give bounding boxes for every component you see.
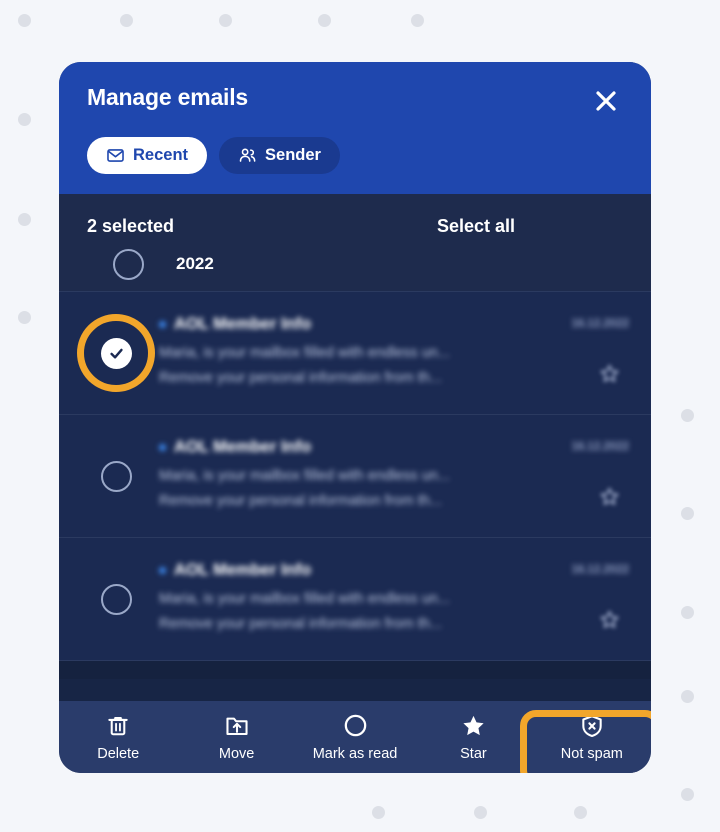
star-outline-icon (600, 364, 619, 382)
unread-dot-icon (159, 443, 166, 451)
toolbar-gap (59, 679, 651, 701)
email-row[interactable]: AOL Member Info 16.12.2022 Maria, is your … (59, 538, 651, 661)
close-button[interactable] (585, 80, 627, 122)
background-dot (318, 14, 331, 27)
background-dot (18, 14, 31, 27)
email-checkbox-slot (87, 460, 145, 492)
toolbar-label-not-spam: Not spam (560, 745, 623, 762)
email-header-line: AOL Member Info 16.12.2022 (159, 315, 629, 334)
toolbar-button-not-spam[interactable]: Not spam (533, 701, 651, 773)
background-dot (372, 806, 385, 819)
email-preview-line-1: Maria, is your mailbox filled with endle… (159, 590, 450, 607)
email-checkbox-checked[interactable] (100, 337, 132, 369)
select-all-button[interactable]: Select all (437, 216, 515, 237)
unread-dot-icon (159, 566, 166, 574)
toolbar-button-mark-as-read[interactable]: Mark as read (296, 701, 414, 773)
tab-sender-label: Sender (265, 146, 321, 164)
star-outline-icon (600, 610, 619, 628)
background-dot (681, 690, 694, 703)
email-sender: AOL Member Info (174, 560, 312, 579)
toolbar-label-star: Star (460, 746, 487, 762)
group-row-2022[interactable]: 2022 (87, 237, 623, 291)
email-preview-line-1: Maria, is your mailbox filled with endle… (159, 467, 450, 484)
email-sender: AOL Member Info (174, 314, 312, 333)
background-dot (681, 606, 694, 619)
folder-upload-icon (226, 717, 248, 735)
background-dot (219, 14, 232, 27)
email-row[interactable]: AOL Member Info 16.12.2022 Maria, is your … (59, 292, 651, 415)
toolbar-button-move[interactable]: Move (177, 701, 295, 773)
background-dot (411, 14, 424, 27)
tab-recent-label: Recent (133, 146, 189, 164)
email-date: 16.12.2022 (571, 441, 629, 454)
close-x-icon (596, 91, 616, 111)
email-sender-wrap: AOL Member Info (159, 438, 311, 457)
email-checkbox-slot (77, 314, 155, 392)
group-checkbox[interactable] (113, 248, 144, 280)
modal-header: Manage emails Recent Sender (59, 62, 651, 194)
star-filled-icon (463, 715, 484, 736)
email-date: 16.12.2022 (571, 564, 629, 577)
envelope-icon (107, 149, 124, 162)
tab-sender[interactable]: Sender (219, 137, 340, 174)
toolbar-label-mark-as-read: Mark as read (312, 746, 398, 762)
unread-dot-icon (159, 320, 166, 328)
manage-emails-modal: Manage emails Recent Sender 2 selected S… (59, 62, 651, 773)
checkmark-icon (109, 348, 123, 359)
email-date: 16.12.2022 (571, 318, 629, 331)
people-icon (239, 148, 256, 162)
tab-recent[interactable]: Recent (87, 137, 208, 174)
selected-count-label: 2 selected (87, 216, 175, 236)
email-preview-line-1: Maria, is your mailbox filled with endle… (159, 344, 450, 361)
email-header-line: AOL Member Info 16.12.2022 (159, 561, 629, 580)
email-star-button[interactable] (598, 608, 621, 636)
email-preview-line-2: Remove your personal information from th… (159, 493, 442, 509)
trash-icon (108, 716, 128, 735)
background-dot (681, 788, 694, 801)
background-dot (574, 806, 587, 819)
selection-bar: 2 selected Select all 2022 (59, 194, 651, 292)
star-outline-icon (600, 487, 619, 505)
group-label: 2022 (176, 254, 214, 273)
email-star-button[interactable] (598, 485, 621, 513)
email-row[interactable]: AOL Member Info 16.12.2022 Maria, is your … (59, 415, 651, 538)
tab-row: Recent Sender (87, 137, 623, 174)
email-content: AOL Member Info 16.12.2022 Maria, is your … (145, 315, 629, 392)
background-dot (474, 806, 487, 819)
toolbar-button-star[interactable]: Star (414, 701, 532, 773)
email-checkbox[interactable] (100, 460, 132, 492)
email-checkbox[interactable] (100, 583, 132, 615)
toolbar-button-delete[interactable]: Delete (59, 701, 177, 773)
background-dot (18, 213, 31, 226)
circle-outline-icon (344, 714, 366, 737)
email-star-button[interactable] (598, 362, 621, 390)
background-dot (681, 409, 694, 422)
background-dot (681, 507, 694, 520)
email-preview-line-2: Remove your personal information from th… (159, 616, 442, 632)
selection-summary-row: 2 selected Select all (87, 216, 623, 237)
email-list: AOL Member Info 16.12.2022 Maria, is your … (59, 292, 651, 679)
toolbar-label-move: Move (218, 745, 255, 762)
background-dot (18, 113, 31, 126)
email-header-line: AOL Member Info 16.12.2022 (159, 438, 629, 457)
bottom-action-toolbar: Delete Move Mark as read Star Not spam (59, 701, 651, 773)
email-checkbox-slot (87, 583, 145, 615)
shield-x-icon (582, 714, 602, 737)
email-sender: AOL Member Info (174, 437, 312, 456)
background-dot (18, 311, 31, 324)
email-preview-line-2: Remove your personal information from th… (159, 370, 442, 386)
email-content: AOL Member Info 16.12.2022 Maria, is your … (145, 438, 629, 515)
page-title: Manage emails (87, 84, 249, 110)
email-sender-wrap: AOL Member Info (159, 315, 311, 334)
email-content: AOL Member Info 16.12.2022 Maria, is your … (145, 561, 629, 638)
email-sender-wrap: AOL Member Info (159, 561, 311, 580)
background-dot (120, 14, 133, 27)
toolbar-label-delete: Delete (97, 745, 140, 762)
